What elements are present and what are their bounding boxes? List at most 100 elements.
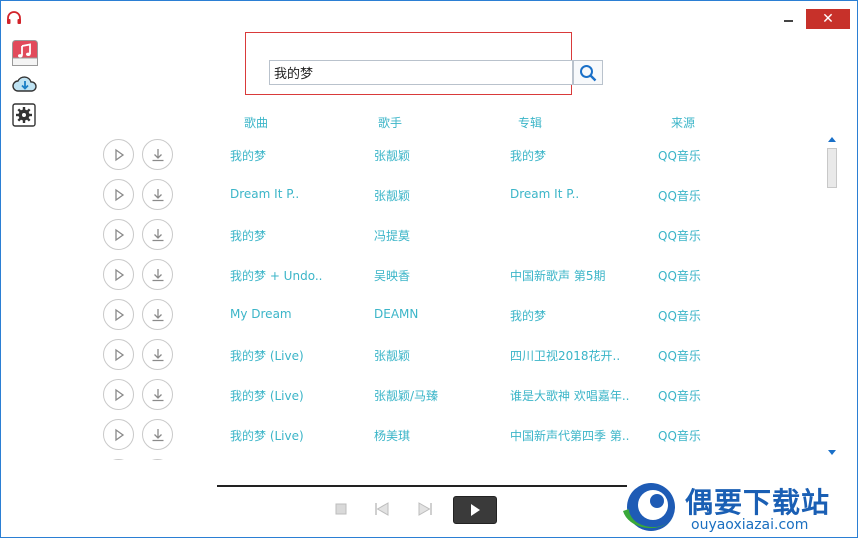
playback-progress-bar[interactable] xyxy=(217,485,627,487)
row-album[interactable]: 谁是大歌神 欢唱嘉年.. xyxy=(510,387,629,404)
row-artist[interactable]: 冯提莫 xyxy=(374,227,410,244)
play-icon xyxy=(114,148,124,161)
download-icon xyxy=(152,428,163,441)
play-icon xyxy=(114,348,124,361)
row-artist[interactable]: 张靓颖/马臻 xyxy=(374,387,438,404)
row-play-button[interactable] xyxy=(103,339,134,370)
row-artist[interactable]: 张靓颖 xyxy=(374,147,410,164)
row-song[interactable]: 我的梦 + Undo.. xyxy=(230,267,322,284)
row-download-button[interactable] xyxy=(142,459,173,460)
row-song[interactable]: 我的梦 xyxy=(230,147,266,164)
row-album[interactable]: 我的梦 xyxy=(510,147,546,164)
row-song[interactable]: 我的梦 (Live) xyxy=(230,387,304,404)
header-artist: 歌手 xyxy=(378,116,403,130)
row-play-button[interactable] xyxy=(103,459,134,460)
row-album[interactable]: 四川卫视2018花开.. xyxy=(510,347,620,364)
row-album[interactable]: Dream It P.. xyxy=(510,187,579,201)
search-input[interactable] xyxy=(269,60,573,85)
table-row: 我的梦 张靓颖 我的梦 QQ音乐 xyxy=(1,134,823,174)
download-icon xyxy=(152,348,163,361)
row-song[interactable]: 我的梦 xyxy=(230,227,266,244)
row-artist[interactable]: 张靓颖 xyxy=(374,347,410,364)
row-play-button[interactable] xyxy=(103,219,134,250)
stop-button[interactable] xyxy=(333,501,349,517)
row-artist[interactable]: 吴映香 xyxy=(374,267,410,284)
row-song[interactable]: Dream It P.. xyxy=(230,187,299,201)
minimize-button[interactable] xyxy=(776,9,800,29)
row-artist[interactable]: 杨美琪 xyxy=(374,427,410,444)
music-note-icon xyxy=(12,40,38,66)
search-button[interactable] xyxy=(573,60,603,85)
table-row: 我的梦 + Undo.. 吴映香 中国新歌声 第5期 QQ音乐 xyxy=(1,254,823,294)
play-icon xyxy=(114,268,124,281)
row-play-button[interactable] xyxy=(103,419,134,450)
row-source: QQ音乐 xyxy=(658,229,701,243)
scroll-up-button[interactable] xyxy=(825,132,839,146)
cloud-download-icon xyxy=(12,76,37,92)
row-song[interactable]: 我的梦 (Live) xyxy=(230,427,304,444)
row-play-button[interactable] xyxy=(103,139,134,170)
table-row: 我的梦 (Live) 张靓颖 四川卫视2018花开.. QQ音乐 xyxy=(1,334,823,374)
next-button[interactable] xyxy=(417,501,433,517)
close-button[interactable]: ✕ xyxy=(806,9,850,29)
download-icon xyxy=(152,388,163,401)
table-row xyxy=(1,454,823,460)
app-window: ✕ 我的梦 歌曲 歌手 专辑 来源 我的梦 张靓颖 我的梦 QQ音乐 Dream… xyxy=(0,0,858,538)
gear-icon xyxy=(12,103,36,127)
row-download-button[interactable] xyxy=(142,219,173,250)
play-icon xyxy=(114,388,124,401)
header-song: 歌曲 xyxy=(244,116,269,130)
table-row: My Dream DEAMN 我的梦 QQ音乐 xyxy=(1,294,823,334)
row-artist[interactable]: DEAMN xyxy=(374,307,418,321)
row-download-button[interactable] xyxy=(142,259,173,290)
row-album[interactable]: 中国新歌声 第5期 xyxy=(510,267,605,284)
row-download-button[interactable] xyxy=(142,139,173,170)
table-row: 我的梦 冯提莫 QQ音乐 xyxy=(1,214,823,254)
scroll-thumb[interactable] xyxy=(827,148,837,188)
row-source: QQ音乐 xyxy=(658,149,701,163)
row-source: QQ音乐 xyxy=(658,349,701,363)
table-row: 我的梦 (Live) 张靓颖/马臻 谁是大歌神 欢唱嘉年.. QQ音乐 xyxy=(1,374,823,414)
row-download-button[interactable] xyxy=(142,379,173,410)
row-source: QQ音乐 xyxy=(658,389,701,403)
table-row: Dream It P.. 张靓颖 Dream It P.. QQ音乐 xyxy=(1,174,823,214)
watermark-title: 偶要下载站 xyxy=(685,486,831,519)
previous-icon xyxy=(375,502,389,516)
row-artist[interactable]: 张靓颖 xyxy=(374,187,410,204)
close-icon: ✕ xyxy=(822,11,834,27)
results-scrollbar[interactable] xyxy=(825,132,839,460)
row-download-button[interactable] xyxy=(142,179,173,210)
results-list: 我的梦 张靓颖 我的梦 QQ音乐 Dream It P.. 张靓颖 Dream … xyxy=(1,134,823,460)
sidebar-item-music[interactable] xyxy=(12,40,38,66)
play-button[interactable] xyxy=(453,496,497,524)
watermark-logo xyxy=(617,479,679,537)
row-song[interactable]: 我的梦 (Live) xyxy=(230,347,304,364)
search-icon xyxy=(580,64,597,81)
row-download-button[interactable] xyxy=(142,299,173,330)
download-icon xyxy=(152,308,163,321)
row-download-button[interactable] xyxy=(142,419,173,450)
row-source: QQ音乐 xyxy=(658,429,701,443)
row-play-button[interactable] xyxy=(103,299,134,330)
headphones-icon xyxy=(6,10,22,24)
scroll-down-button[interactable] xyxy=(825,446,839,460)
play-icon xyxy=(114,428,124,441)
row-play-button[interactable] xyxy=(103,379,134,410)
table-row: 我的梦 (Live) 杨美琪 中国新声代第四季 第.. QQ音乐 xyxy=(1,414,823,454)
chevron-down-icon xyxy=(828,450,836,455)
row-play-button[interactable] xyxy=(103,259,134,290)
header-source: 来源 xyxy=(671,116,696,130)
previous-button[interactable] xyxy=(374,501,390,517)
header-album: 专辑 xyxy=(518,116,543,130)
play-icon xyxy=(114,188,124,201)
row-album[interactable]: 我的梦 xyxy=(510,307,546,324)
watermark-subtitle: ouyaoxiazai.com xyxy=(691,517,809,533)
row-play-button[interactable] xyxy=(103,179,134,210)
download-icon xyxy=(152,268,163,281)
row-song[interactable]: My Dream xyxy=(230,307,292,321)
sidebar-item-download[interactable] xyxy=(12,71,38,97)
row-album[interactable]: 中国新声代第四季 第.. xyxy=(510,427,629,444)
row-download-button[interactable] xyxy=(142,339,173,370)
chevron-up-icon xyxy=(828,137,836,142)
sidebar-item-settings[interactable] xyxy=(12,103,38,129)
